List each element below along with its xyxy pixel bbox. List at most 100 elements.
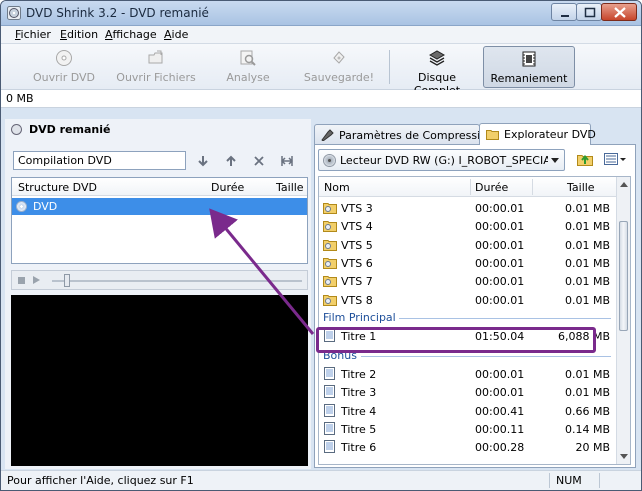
analyze-magnifier-icon bbox=[240, 50, 256, 66]
row-duration: 00:00.01 bbox=[475, 293, 525, 307]
row-duration: 00:00.41 bbox=[475, 404, 525, 418]
move-down-icon[interactable] bbox=[195, 153, 211, 169]
col-name[interactable]: Nom bbox=[324, 181, 350, 194]
vts-folder-icon bbox=[323, 221, 337, 233]
row-name: VTS 7 bbox=[341, 275, 373, 289]
row-size: 20 MB bbox=[575, 441, 610, 455]
title-bar: DVD Shrink 3.2 - DVD remanié bbox=[1, 1, 641, 26]
app-window: DVD Shrink 3.2 - DVD remanié Fichier Edi… bbox=[0, 0, 642, 491]
bonus-title-row[interactable]: Titre 2 00:00.01 0.01 MB bbox=[319, 365, 616, 383]
row-name: VTS 4 bbox=[341, 220, 373, 234]
row-name: Titre 6 bbox=[341, 441, 377, 455]
reauthor-label: Remaniement bbox=[490, 72, 568, 85]
row-size: 0.01 MB bbox=[564, 275, 610, 289]
vts-folder-icon bbox=[323, 239, 337, 251]
num-lock-indicator: NUM bbox=[556, 474, 582, 487]
backup-button[interactable]: Sauvegarde! bbox=[301, 46, 377, 88]
bonus-title-row[interactable]: Titre 3 00:00.01 0.01 MB bbox=[319, 383, 616, 401]
vts-row[interactable]: VTS 6 00:00.01 0.01 MB bbox=[319, 254, 616, 272]
open-dvd-button[interactable]: Ouvrir DVD bbox=[31, 46, 97, 88]
analyze-button[interactable]: Analyse bbox=[215, 46, 281, 88]
vts-folder-icon bbox=[323, 203, 337, 214]
row-size: 0.14 MB bbox=[564, 422, 610, 436]
bonus-title-row[interactable]: Titre 4 00:00.41 0.66 MB bbox=[319, 402, 616, 420]
dvd-title-icon bbox=[11, 124, 22, 135]
title-file-icon bbox=[324, 403, 335, 417]
drive-dropdown-value: Lecteur DVD RW (G:) I_ROBOT_SPECIAL_EDI bbox=[340, 154, 548, 167]
col-size[interactable]: Taille bbox=[276, 181, 304, 194]
reauthor-button[interactable]: Remaniement bbox=[483, 46, 575, 88]
compression-settings-icon bbox=[321, 129, 334, 141]
vts-folder-icon bbox=[323, 276, 337, 288]
menu-edit[interactable]: Edition bbox=[60, 28, 98, 41]
player-controls bbox=[11, 270, 308, 290]
structure-item-dvd[interactable]: DVD bbox=[12, 198, 307, 215]
scroll-up-icon[interactable] bbox=[620, 182, 628, 187]
status-bar: Pour afficher l'Aide, cliquez sur F1 NUM bbox=[1, 470, 641, 490]
scroll-thumb[interactable] bbox=[619, 221, 628, 331]
annotation-highlight-box bbox=[316, 327, 596, 353]
delete-x-icon[interactable] bbox=[251, 153, 267, 169]
vertical-scrollbar[interactable] bbox=[616, 177, 630, 464]
reauthor-film-icon bbox=[522, 51, 536, 67]
maximize-icon bbox=[584, 7, 596, 18]
open-files-button[interactable]: Ouvrir Fichiers bbox=[113, 46, 199, 88]
row-name: Titre 3 bbox=[341, 386, 377, 400]
col-size[interactable]: Taille bbox=[567, 181, 595, 194]
col-duration[interactable]: Durée bbox=[211, 181, 244, 194]
play-icon[interactable] bbox=[33, 276, 40, 284]
view-mode-icon[interactable] bbox=[604, 153, 626, 165]
vts-row[interactable]: VTS 5 00:00.01 0.01 MB bbox=[319, 236, 616, 254]
close-button[interactable] bbox=[601, 3, 637, 21]
analyze-label: Analyse bbox=[226, 71, 270, 84]
drive-dropdown[interactable]: Lecteur DVD RW (G:) I_ROBOT_SPECIAL_EDI bbox=[318, 149, 565, 171]
vts-row[interactable]: VTS 4 00:00.01 0.01 MB bbox=[319, 217, 616, 235]
row-duration: 00:00.01 bbox=[475, 238, 525, 252]
menu-view[interactable]: Affichage bbox=[105, 28, 157, 41]
stop-icon[interactable] bbox=[18, 277, 25, 284]
vts-row[interactable]: VTS 7 00:00.01 0.01 MB bbox=[319, 272, 616, 290]
bonus-title-row[interactable]: Titre 5 00:00.11 0.14 MB bbox=[319, 420, 616, 438]
row-name: VTS 3 bbox=[341, 202, 373, 215]
backup-label: Sauvegarde! bbox=[303, 71, 375, 84]
col-duration[interactable]: Durée bbox=[475, 181, 508, 194]
scroll-down-icon[interactable] bbox=[620, 454, 628, 459]
video-preview bbox=[11, 295, 308, 466]
menu-file[interactable]: Fichier bbox=[15, 28, 51, 41]
compilation-name-input[interactable]: Compilation DVD bbox=[13, 151, 186, 170]
toolbar-separator bbox=[389, 50, 390, 84]
full-disc-icon bbox=[428, 50, 446, 66]
tab-compression-settings[interactable]: Paramètres de Compression bbox=[314, 124, 494, 144]
tab-dvd-explorer[interactable]: Explorateur DVD bbox=[479, 123, 596, 145]
folder-up-icon[interactable] bbox=[577, 152, 593, 166]
minimize-button[interactable] bbox=[551, 3, 577, 21]
row-duration: 00:00.01 bbox=[475, 275, 525, 289]
split-icon[interactable] bbox=[279, 153, 295, 169]
status-cell-divider bbox=[599, 473, 600, 488]
backup-icon bbox=[333, 51, 345, 64]
vts-row[interactable]: VTS 8 00:00.01 0.01 MB bbox=[319, 291, 616, 309]
explorer-panel: Paramètres de Compression Explorateur DV… bbox=[314, 119, 636, 469]
status-cell-divider bbox=[549, 473, 550, 488]
seek-track[interactable] bbox=[52, 280, 302, 282]
vts-folder-icon bbox=[323, 294, 337, 306]
open-dvd-label: Ouvrir DVD bbox=[32, 71, 95, 84]
menu-help[interactable]: Aide bbox=[164, 28, 188, 41]
col-structure[interactable]: Structure DVD bbox=[18, 181, 97, 194]
seek-thumb[interactable] bbox=[64, 274, 70, 287]
size-readout-bar: 0 MB bbox=[1, 90, 641, 108]
close-icon bbox=[614, 7, 626, 18]
dvd-shrink-app-icon bbox=[7, 6, 21, 20]
dvd-explorer-content: Lecteur DVD RW (G:) I_ROBOT_SPECIAL_EDI … bbox=[314, 144, 636, 468]
explorer-list: Nom Durée Taille VTS 3 00:00.01 0.01 MB VTS… bbox=[318, 176, 631, 465]
move-up-icon[interactable] bbox=[223, 153, 239, 169]
row-name: VTS 5 bbox=[341, 238, 373, 252]
full-disc-button[interactable]: Disque Complet bbox=[395, 46, 479, 97]
vts-row[interactable]: VTS 3 00:00.01 0.01 MB bbox=[319, 199, 616, 217]
structure-item-label: DVD bbox=[33, 200, 58, 213]
bonus-title-row[interactable]: Titre 6 00:00.28 20 MB bbox=[319, 438, 616, 456]
row-size: 0.01 MB bbox=[564, 238, 610, 252]
toolbar: Ouvrir DVD Ouvrir Fichiers Analyse Sauve… bbox=[1, 44, 641, 97]
row-size: 0.01 MB bbox=[564, 293, 610, 307]
maximize-button[interactable] bbox=[576, 3, 602, 21]
